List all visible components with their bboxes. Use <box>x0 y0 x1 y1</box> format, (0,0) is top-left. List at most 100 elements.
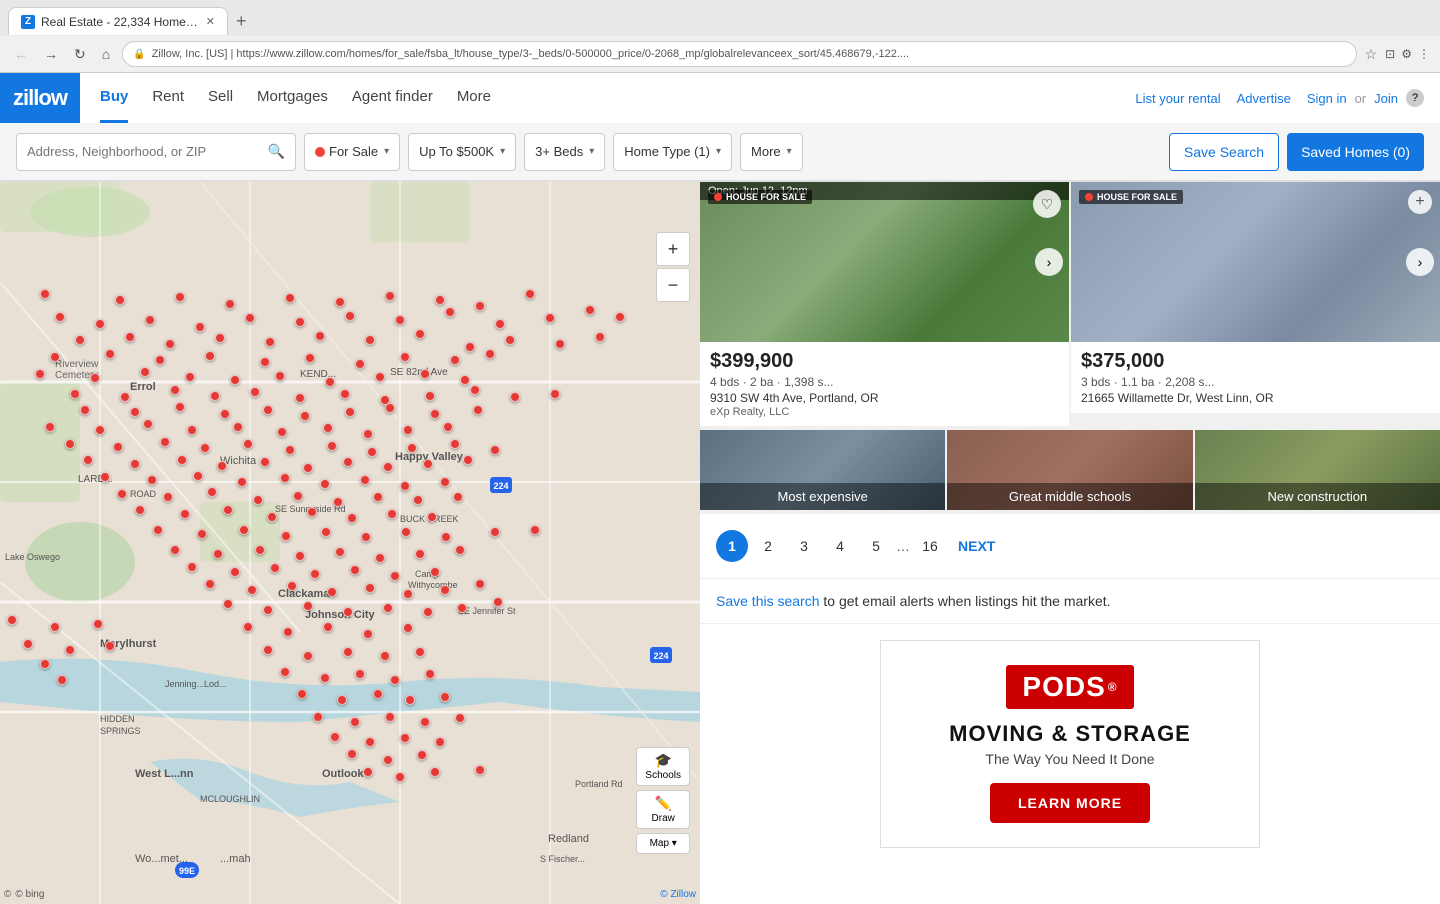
join-link[interactable]: Join <box>1374 91 1398 106</box>
svg-text:224: 224 <box>653 651 668 661</box>
beds-label: 3+ Beds <box>535 144 583 159</box>
app-header: zillow Buy Rent Sell Mortgages Agent fin… <box>0 73 1440 182</box>
listing-card-1[interactable]: Open: Jun 12, 12pm HOUSE FOR SALE ♡ › $3… <box>700 182 1069 426</box>
page-5-button[interactable]: 5 <box>860 530 892 562</box>
next-photo-1-button[interactable]: › <box>1035 248 1063 276</box>
listing-card-2[interactable]: HOUSE FOR SALE + › $375,000 3 bds · 1.1 … <box>1071 182 1440 426</box>
listing-address-1: 9310 SW 4th Ave, Portland, OR <box>710 391 1059 405</box>
price-filter[interactable]: Up To $500K ▾ <box>408 133 516 171</box>
help-icon[interactable]: ? <box>1406 89 1424 107</box>
svg-text:Wo...met...: Wo...met... <box>135 853 188 865</box>
page-4-button[interactable]: 4 <box>824 530 856 562</box>
category-img-construction: New construction <box>1195 430 1440 510</box>
svg-text:Wichita: Wichita <box>220 455 257 467</box>
next-photo-2-button[interactable]: › <box>1406 248 1434 276</box>
nav-link-sell[interactable]: Sell <box>208 73 233 123</box>
save-search-button[interactable]: Save Search <box>1169 133 1279 171</box>
active-tab[interactable]: Z Real Estate - 22,334 Homes F... ✕ <box>8 7 228 35</box>
schools-button[interactable]: 🎓 Schools <box>636 747 690 786</box>
save-search-link[interactable]: Save this search <box>716 593 820 609</box>
page-ellipsis: … <box>896 538 910 554</box>
new-tab-button[interactable]: + <box>228 11 255 32</box>
svg-text:HIDDEN: HIDDEN <box>100 714 135 724</box>
listing-info-1: $399,900 4 bds · 2 ba · 1,398 s... 9310 … <box>700 342 1069 426</box>
listing-cards: Open: Jun 12, 12pm HOUSE FOR SALE ♡ › $3… <box>700 182 1440 426</box>
sqft-1: 1,398 s... <box>784 375 833 389</box>
page-16-button[interactable]: 16 <box>914 530 946 562</box>
top-nav: zillow Buy Rent Sell Mortgages Agent fin… <box>0 73 1440 123</box>
category-most-expensive[interactable]: Most expensive <box>700 430 945 510</box>
map-container: 224 224 99E 213 Riverview Cemetery Errol… <box>0 182 700 904</box>
zoom-out-button[interactable]: − <box>656 268 690 302</box>
tab-close-button[interactable]: ✕ <box>206 15 215 28</box>
saved-homes-button[interactable]: Saved Homes (0) <box>1287 133 1424 171</box>
advertise-link[interactable]: Advertise <box>1237 91 1291 106</box>
sqft-2: 2,208 s... <box>1165 375 1214 389</box>
svg-text:Redland: Redland <box>548 833 589 845</box>
home-type-filter[interactable]: Home Type (1) ▾ <box>613 133 732 171</box>
listing-details-1: 4 bds · 2 ba · 1,398 s... <box>710 375 1059 389</box>
url-bar[interactable]: 🔒 Zillow, Inc. [US] | https://www.zillow… <box>122 41 1356 67</box>
category-img-expensive: Most expensive <box>700 430 945 510</box>
page-2-button[interactable]: 2 <box>752 530 784 562</box>
save-listing-2-button[interactable]: + <box>1408 190 1432 214</box>
bookmark-button[interactable]: ☆ <box>1365 46 1378 63</box>
svg-text:Lake Oswego: Lake Oswego <box>5 552 60 562</box>
search-input[interactable] <box>27 144 262 159</box>
beds-filter[interactable]: 3+ Beds ▾ <box>524 133 605 171</box>
top-nav-actions: List your rental Advertise Sign in or Jo… <box>1135 89 1424 107</box>
svg-text:BUCK CREEK: BUCK CREEK <box>400 514 459 524</box>
nav-link-buy[interactable]: Buy <box>100 73 128 123</box>
status-dot-1 <box>714 193 722 201</box>
right-panel: Open: Jun 12, 12pm HOUSE FOR SALE ♡ › $3… <box>700 182 1440 904</box>
save-listing-1-button[interactable]: ♡ <box>1033 190 1061 218</box>
zoom-in-button[interactable]: + <box>656 232 690 266</box>
page-3-button[interactable]: 3 <box>788 530 820 562</box>
home-type-label: Home Type (1) <box>624 144 710 159</box>
home-button[interactable]: ⌂ <box>98 44 114 64</box>
svg-text:224: 224 <box>493 481 508 491</box>
sign-in-link[interactable]: Sign in <box>1307 91 1347 106</box>
svg-text:LARD...: LARD... <box>78 474 113 485</box>
url-text: Zillow, Inc. [US] | https://www.zillow.c… <box>152 48 1346 60</box>
cast-button[interactable]: ⊡ <box>1385 47 1395 61</box>
for-sale-filter[interactable]: For Sale ▾ <box>304 133 400 171</box>
refresh-button[interactable]: ↻ <box>70 44 90 65</box>
svg-text:S Fischer...: S Fischer... <box>540 854 585 864</box>
nav-link-more[interactable]: More <box>457 73 491 123</box>
nav-link-mortgages[interactable]: Mortgages <box>257 73 328 123</box>
draw-icon: ✏️ <box>654 795 671 812</box>
pods-tagline: MOVING & STORAGE <box>905 721 1235 747</box>
extensions-button[interactable]: ⚙ <box>1401 47 1412 61</box>
tab-title: Real Estate - 22,334 Homes F... <box>41 15 200 29</box>
page-1-button[interactable]: 1 <box>716 530 748 562</box>
forward-button[interactable]: → <box>40 44 62 64</box>
more-filter[interactable]: More ▾ <box>740 133 803 171</box>
list-rental-link[interactable]: List your rental <box>1135 91 1220 106</box>
svg-text:Marylhurst: Marylhurst <box>100 638 157 650</box>
bing-text: © bing <box>15 889 44 900</box>
back-button[interactable]: ← <box>10 44 32 64</box>
page-next-button[interactable]: NEXT <box>950 538 1003 554</box>
status-dot-2 <box>1085 193 1093 201</box>
beds-2: 3 <box>1081 375 1088 389</box>
category-label-construction: New construction <box>1195 483 1440 510</box>
category-middle-schools[interactable]: Great middle schools <box>947 430 1192 510</box>
draw-button[interactable]: ✏️ Draw <box>636 790 690 829</box>
nav-link-agent-finder[interactable]: Agent finder <box>352 73 433 123</box>
menu-button[interactable]: ⋮ <box>1418 47 1430 61</box>
category-new-construction[interactable]: New construction <box>1195 430 1440 510</box>
svg-text:SPRINGS: SPRINGS <box>100 726 141 736</box>
browser-actions: ⊡ ⚙ ⋮ <box>1385 47 1430 61</box>
map-type-button[interactable]: Map ▾ <box>636 833 690 854</box>
nav-link-rent[interactable]: Rent <box>152 73 184 123</box>
search-input-wrap: 🔍 <box>16 133 296 171</box>
pods-cta-button[interactable]: LEARN MORE <box>990 783 1150 823</box>
save-search-prompt: Save this search to get email alerts whe… <box>700 579 1440 624</box>
zillow-logo[interactable]: zillow <box>0 73 80 123</box>
more-chevron: ▾ <box>787 146 792 157</box>
pods-brand-text: PODS <box>1022 671 1105 703</box>
search-icon[interactable]: 🔍 <box>268 143 285 160</box>
badge-text-2: HOUSE FOR SALE <box>1097 192 1177 202</box>
map-zoom-controls: + − <box>656 232 690 302</box>
